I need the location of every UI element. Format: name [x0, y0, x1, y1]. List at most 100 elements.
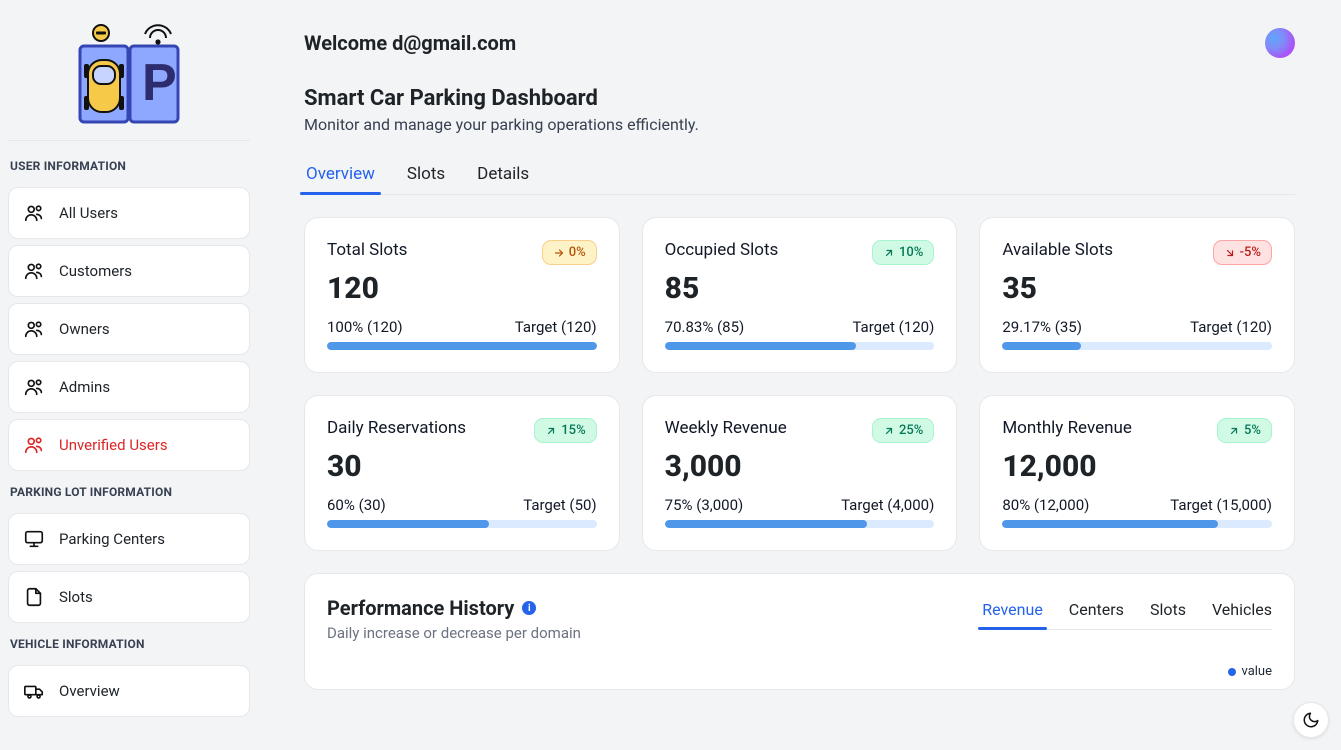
- card-progress-label: 60% (30): [327, 496, 386, 514]
- sidebar-item-label: Customers: [59, 262, 132, 280]
- card-progress-label: 100% (120): [327, 318, 403, 336]
- progress-bar: [327, 520, 597, 528]
- stat-card-monthly-revenue: Monthly Revenue 5% 12,000 80% (12,000) Targe…: [979, 395, 1295, 551]
- card-value: 3,000: [665, 449, 935, 484]
- performance-history-panel: Performance History i Daily increase or …: [304, 573, 1295, 690]
- card-target-label: Target (15,000): [1170, 496, 1272, 514]
- progress-bar: [665, 342, 935, 350]
- sidebar-section-label: USER INFORMATION: [8, 151, 250, 181]
- card-target-label: Target (120): [1190, 318, 1272, 336]
- trend-badge: 15%: [534, 418, 596, 443]
- file-icon: [23, 586, 45, 608]
- stat-card-daily-reservations: Daily Reservations 15% 30 60% (30) Target (5…: [304, 395, 620, 551]
- card-value: 35: [1002, 271, 1272, 306]
- users-icon: [23, 318, 45, 340]
- sidebar-section-label: VEHICLE INFORMATION: [8, 629, 250, 659]
- sidebar-item-label: Unverified Users: [59, 436, 168, 454]
- users-icon: [23, 260, 45, 282]
- card-progress-label: 75% (3,000): [665, 496, 744, 514]
- card-value: 120: [327, 271, 597, 306]
- progress-bar: [1002, 520, 1272, 528]
- sidebar: P USER INFORMATION All Users Customers Owne…: [0, 0, 258, 750]
- progress-bar: [327, 342, 597, 350]
- sidebar-item-overview[interactable]: Overview: [8, 665, 250, 717]
- card-target-label: Target (120): [515, 318, 597, 336]
- history-tab-slots[interactable]: Slots: [1150, 596, 1186, 629]
- sidebar-item-admins[interactable]: Admins: [8, 361, 250, 413]
- page-subtitle: Monitor and manage your parking operatio…: [304, 115, 1295, 134]
- stat-card-weekly-revenue: Weekly Revenue 25% 3,000 75% (3,000) Target …: [642, 395, 958, 551]
- card-value: 12,000: [1002, 449, 1272, 484]
- main-tabs: Overview Slots Details: [304, 156, 1295, 195]
- chart-legend: value: [327, 664, 1272, 679]
- trend-up-icon: [883, 247, 895, 259]
- trend-up-icon: [883, 425, 895, 437]
- sidebar-item-label: Owners: [59, 320, 110, 338]
- card-title: Weekly Revenue: [665, 418, 787, 438]
- sidebar-item-slots[interactable]: Slots: [8, 571, 250, 623]
- theme-toggle-button[interactable]: [1293, 702, 1329, 738]
- progress-bar: [665, 520, 935, 528]
- card-title: Daily Reservations: [327, 418, 466, 438]
- card-title: Total Slots: [327, 240, 407, 260]
- truck-icon: [23, 680, 45, 702]
- card-progress-label: 29.17% (35): [1002, 318, 1082, 336]
- card-value: 85: [665, 271, 935, 306]
- logo[interactable]: P: [8, 10, 250, 141]
- card-progress-label: 80% (12,000): [1002, 496, 1089, 514]
- sidebar-item-label: Slots: [59, 588, 93, 606]
- sidebar-item-all-users[interactable]: All Users: [8, 187, 250, 239]
- trend-badge: 10%: [872, 240, 934, 265]
- sidebar-item-owners[interactable]: Owners: [8, 303, 250, 355]
- main-content: Welcome d@gmail.com Smart Car Parking Da…: [258, 0, 1341, 750]
- trend-badge: -5%: [1213, 240, 1272, 265]
- users-icon: [23, 202, 45, 224]
- trend-flat-icon: [553, 247, 565, 259]
- trend-badge: 0%: [542, 240, 597, 265]
- moon-icon: [1302, 711, 1320, 729]
- progress-bar: [1002, 342, 1272, 350]
- stat-card-available-slots: Available Slots -5% 35 29.17% (35) Target (1…: [979, 217, 1295, 373]
- tab-details[interactable]: Details: [475, 156, 531, 194]
- card-target-label: Target (50): [523, 496, 596, 514]
- history-tab-centers[interactable]: Centers: [1069, 596, 1124, 629]
- card-title: Occupied Slots: [665, 240, 779, 260]
- info-icon[interactable]: i: [522, 601, 536, 615]
- users-icon: [23, 434, 45, 456]
- stat-card-total-slots: Total Slots 0% 120 100% (120) Target (120): [304, 217, 620, 373]
- svg-text:P: P: [142, 54, 177, 112]
- stat-card-occupied-slots: Occupied Slots 10% 85 70.83% (85) Target (12…: [642, 217, 958, 373]
- sidebar-item-label: All Users: [59, 204, 118, 222]
- history-tab-vehicles[interactable]: Vehicles: [1212, 596, 1272, 629]
- trend-up-icon: [545, 425, 557, 437]
- panel-title: Performance History: [327, 596, 514, 620]
- page-title: Smart Car Parking Dashboard: [304, 86, 1295, 111]
- trend-badge: 5%: [1217, 418, 1272, 443]
- card-target-label: Target (120): [852, 318, 934, 336]
- trend-up-icon: [1228, 425, 1240, 437]
- trend-badge: 25%: [872, 418, 934, 443]
- history-tab-revenue[interactable]: Revenue: [982, 596, 1043, 629]
- panel-subtitle: Daily increase or decrease per domain: [327, 624, 581, 642]
- card-progress-label: 70.83% (85): [665, 318, 745, 336]
- stat-cards: Total Slots0%120100% (120)Target (120)Oc…: [304, 217, 1295, 551]
- panel-tabs: Revenue Centers Slots Vehicles: [982, 596, 1272, 630]
- monitor-icon: [23, 528, 45, 550]
- sidebar-item-unverified-users[interactable]: Unverified Users: [8, 419, 250, 471]
- sidebar-item-label: Overview: [59, 682, 120, 700]
- welcome-text: Welcome d@gmail.com: [304, 31, 516, 55]
- card-target-label: Target (4,000): [841, 496, 934, 514]
- sidebar-item-customers[interactable]: Customers: [8, 245, 250, 297]
- card-title: Monthly Revenue: [1002, 418, 1132, 438]
- sidebar-section-label: PARKING LOT INFORMATION: [8, 477, 250, 507]
- sidebar-item-parking-centers[interactable]: Parking Centers: [8, 513, 250, 565]
- sidebar-item-label: Parking Centers: [59, 530, 165, 548]
- card-value: 30: [327, 449, 597, 484]
- tab-slots[interactable]: Slots: [405, 156, 447, 194]
- card-title: Available Slots: [1002, 240, 1113, 260]
- avatar[interactable]: [1265, 28, 1295, 58]
- sidebar-item-label: Admins: [59, 378, 110, 396]
- trend-down-icon: [1224, 247, 1236, 259]
- tab-overview[interactable]: Overview: [304, 156, 377, 194]
- users-icon: [23, 376, 45, 398]
